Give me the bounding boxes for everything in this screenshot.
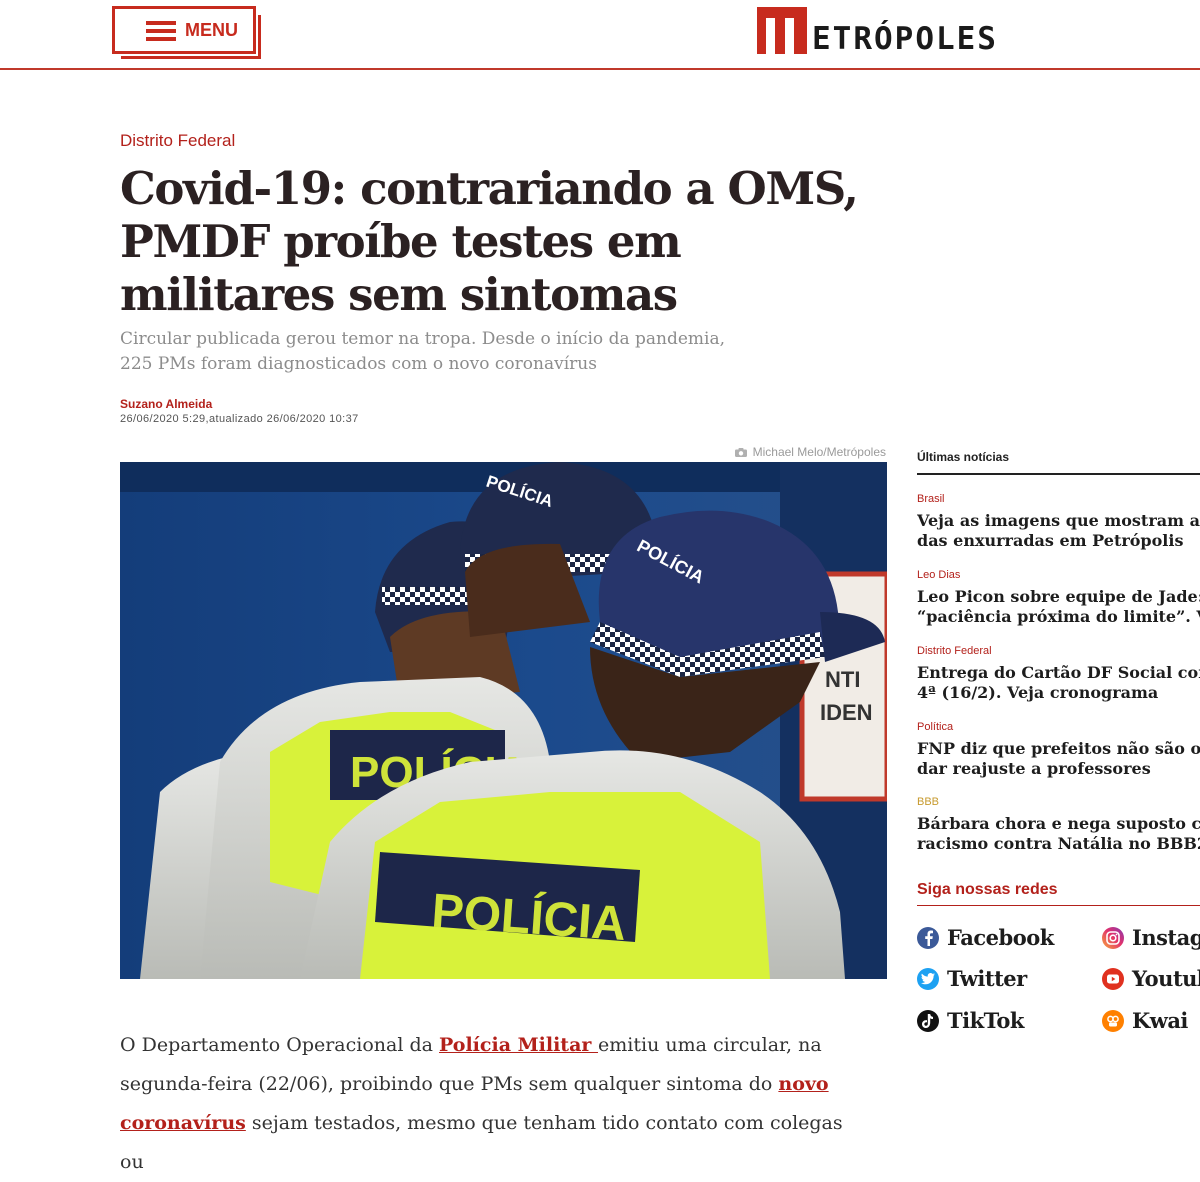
latest-news-divider	[917, 473, 1200, 475]
news-item-politica[interactable]: Política FNP diz que prefeitos não são o…	[917, 721, 1200, 779]
article-author[interactable]: Suzano Almeida	[120, 397, 212, 411]
kwai-icon	[1102, 1009, 1124, 1032]
logo-text: ETRÓPOLES	[812, 21, 998, 57]
social-instagram[interactable]: Instag	[1102, 925, 1200, 950]
follow-us-divider	[917, 905, 1200, 906]
news-item-distrito-federal[interactable]: Distrito Federal Entrega do Cartão DF So…	[917, 645, 1200, 703]
photo-credit: Michael Melo/Metrópoles	[734, 445, 886, 459]
article-category[interactable]: Distrito Federal	[120, 131, 235, 151]
logo-m-icon	[757, 7, 807, 54]
news-category: BBB	[917, 796, 940, 808]
social-label: Youtub	[1132, 966, 1200, 991]
news-category: Brasil	[917, 493, 945, 505]
instagram-icon	[1102, 926, 1124, 949]
social-youtube[interactable]: Youtub	[1102, 966, 1200, 991]
news-category: Política	[917, 721, 954, 733]
news-title-line2: racismo contra Natália no BBB22	[917, 834, 1200, 853]
social-label: TikTok	[947, 1008, 1024, 1033]
social-label: Kwai	[1132, 1008, 1188, 1033]
site-logo[interactable]: ETRÓPOLES	[757, 7, 1057, 57]
link-policia-militar[interactable]: Polícia Militar	[439, 1034, 598, 1056]
news-title-line2: dar reajuste a professores	[917, 759, 1151, 778]
article-body: O Departamento Operacional da Polícia Mi…	[120, 1026, 860, 1182]
news-item-brasil[interactable]: Brasil Veja as imagens que mostram a vio…	[917, 493, 1200, 551]
news-title-line2: “paciência próxima do limite”. Vej	[917, 607, 1200, 626]
camera-icon	[734, 447, 747, 457]
follow-us-title: Siga nossas redes	[917, 881, 1058, 898]
photo-credit-text: Michael Melo/Metrópoles	[752, 445, 886, 459]
social-label: Facebook	[947, 925, 1054, 950]
news-title-line2: das enxurradas em Petrópolis	[917, 531, 1184, 550]
social-label: Twitter	[947, 966, 1027, 991]
social-kwai[interactable]: Kwai	[1102, 1008, 1188, 1033]
svg-text:IDEN: IDEN	[820, 700, 873, 725]
tiktok-icon	[917, 1009, 939, 1032]
menu-label: MENU	[185, 20, 238, 40]
body-text-1: O Departamento Operacional da	[120, 1034, 440, 1056]
site-header: MENU ETRÓPOLES	[0, 0, 1200, 70]
news-title-line1: Leo Picon sobre equipe de Jade:	[917, 587, 1200, 606]
youtube-icon	[1102, 967, 1124, 990]
article-headline: Covid-19: contrariando a OMS, PMDF proíb…	[120, 162, 859, 321]
social-label: Instag	[1132, 925, 1200, 950]
news-title-line1: Veja as imagens que mostram a vio	[917, 511, 1200, 530]
news-category: Leo Dias	[917, 569, 961, 581]
svg-text:NTI: NTI	[825, 667, 860, 692]
news-item-leo-dias[interactable]: Leo Dias Leo Picon sobre equipe de Jade:…	[917, 569, 1200, 627]
news-title-line1: Entrega do Cartão DF Social começ	[917, 663, 1200, 682]
twitter-icon	[917, 967, 939, 990]
social-tiktok[interactable]: TikTok	[917, 1008, 1024, 1033]
article-dates: 26/06/2020 5:29,atualizado 26/06/2020 10…	[120, 413, 359, 425]
article-subtitle: Circular publicada gerou temor na tropa.…	[120, 329, 725, 374]
facebook-icon	[917, 926, 939, 949]
article-photo: A NTI IDEN POLÍCIA POLÍCIA POLÍCIA POLÍC…	[120, 462, 887, 979]
hamburger-icon	[146, 21, 176, 41]
news-title-line2: 4ª (16/2). Veja cronograma	[917, 683, 1159, 702]
menu-button[interactable]: MENU	[112, 6, 261, 59]
police-officers-illustration: A NTI IDEN POLÍCIA POLÍCIA POLÍCIA POLÍC…	[120, 462, 887, 979]
social-facebook[interactable]: Facebook	[917, 925, 1054, 950]
social-twitter[interactable]: Twitter	[917, 966, 1027, 991]
news-item-bbb[interactable]: BBB Bárbara chora e nega suposto caso c …	[917, 796, 1200, 854]
news-title-line1: Bárbara chora e nega suposto caso c	[917, 814, 1200, 833]
news-title-line1: FNP diz que prefeitos não são obrig	[917, 739, 1200, 758]
latest-news-title: Últimas notícias	[917, 450, 1010, 464]
news-category: Distrito Federal	[917, 645, 992, 657]
